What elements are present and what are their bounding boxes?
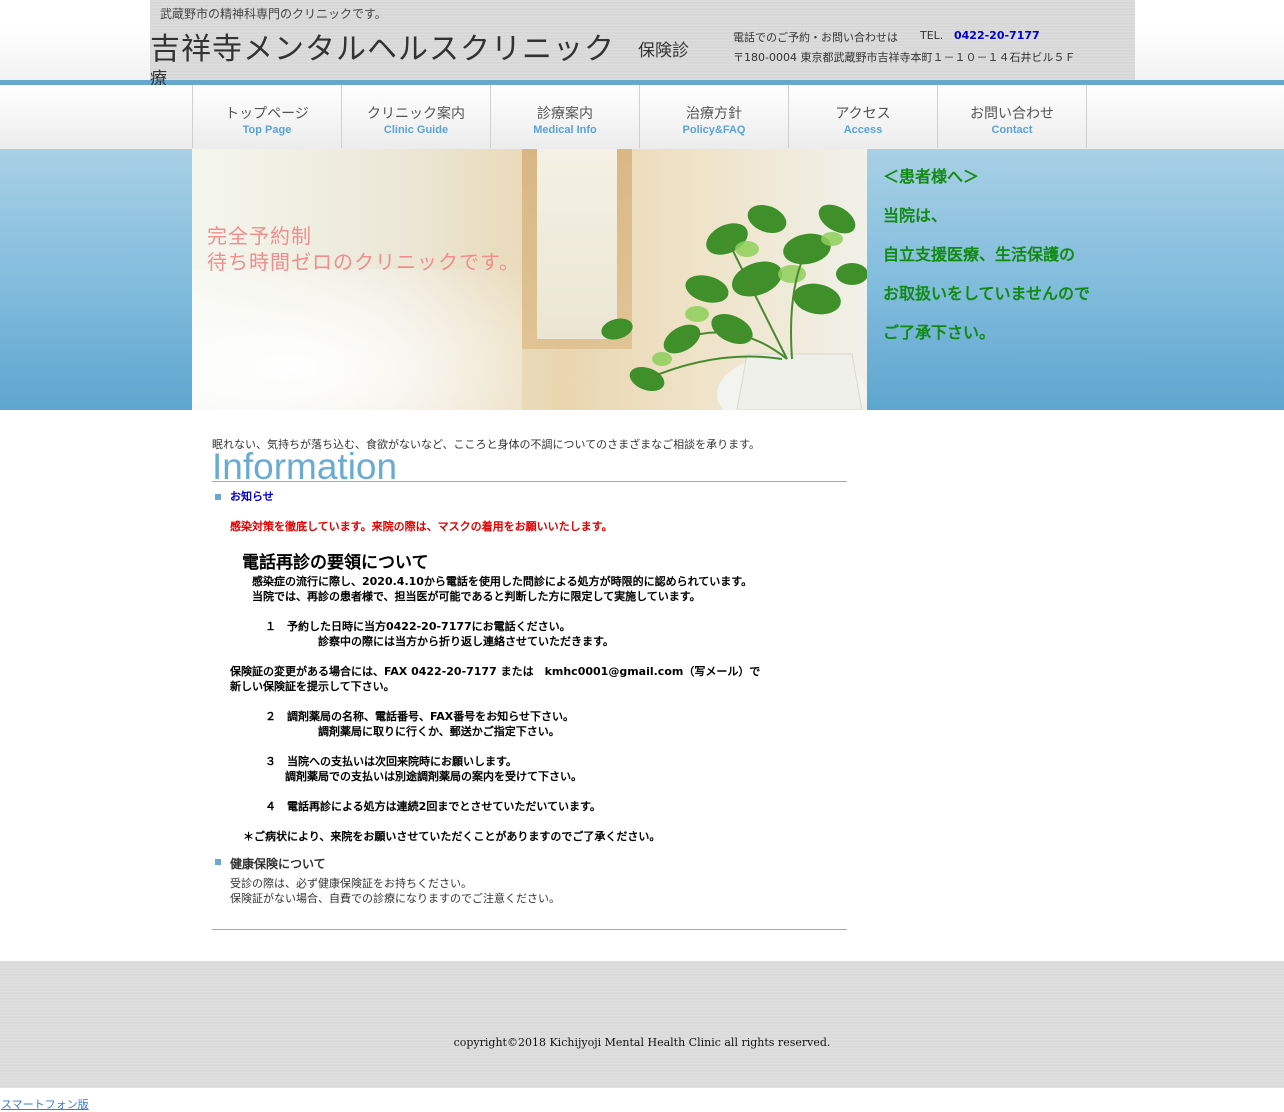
tel-number: 0422-20-7177 xyxy=(954,29,1040,42)
health-insurance-label: 健康保険について xyxy=(230,857,326,871)
nav-label-en: Access xyxy=(843,124,883,136)
footer xyxy=(0,961,1284,1088)
hero-image xyxy=(192,149,867,410)
hero-subheadline: 待ち時間ゼロのクリニックです。 xyxy=(207,250,520,274)
divider xyxy=(212,929,847,930)
step-subitem: 調剤薬局に取りに行くか、郵送かご指定下さい。 xyxy=(318,725,560,738)
contact-text: 電話でのご予約・お問い合わせは xyxy=(733,31,898,44)
nav-label-en: Medical Info xyxy=(533,124,597,136)
nav-label-jp: お問い合わせ xyxy=(970,106,1054,122)
health-insurance-line: 受診の際は、必ず健康保険証をお持ちください。 xyxy=(230,877,472,890)
insurance-label: 保険診 xyxy=(638,41,689,61)
step-item: ３ 当院への支払いは次回来院時にお願いします。 xyxy=(265,755,517,768)
copyright-text: copyright©2018 Kichijyoji Mental Health … xyxy=(453,1036,831,1049)
phone-consult-title: 電話再診の要領について xyxy=(242,553,429,573)
bullet-icon xyxy=(215,859,221,865)
step-subitem: 調剤薬局での支払いは別途調剤薬局の案内を受けて下さい。 xyxy=(285,770,582,783)
step-item: １ 予約した日時に当方0422-20-7177にお電話ください。 xyxy=(265,620,571,633)
bullet-icon xyxy=(215,494,221,500)
plant-illustration xyxy=(601,204,867,410)
nav-label-jp: 診療案内 xyxy=(537,106,593,122)
notice-line: 自立支援医療、生活保護の xyxy=(883,245,1076,264)
nav-label-en: Clinic Guide xyxy=(383,124,449,136)
nav-label-jp: アクセス xyxy=(835,106,891,122)
nav-item-contact[interactable]: お問い合わせ Contact xyxy=(938,85,1087,148)
nav-item-access[interactable]: アクセス Access xyxy=(789,85,938,148)
step-item: ４ 電話再診による処方は連続2回までとさせていただいています。 xyxy=(265,800,601,813)
nav-item-clinic-guide[interactable]: クリニック案内 Clinic Guide xyxy=(342,85,491,148)
notice-line: お取扱いをしていませんので xyxy=(883,284,1091,303)
nav-label-jp: クリニック案内 xyxy=(367,106,465,122)
nav-label-en: Top Page xyxy=(242,124,292,136)
news-label: お知らせ xyxy=(230,490,274,503)
main-nav: トップページ Top Page クリニック案内 Clinic Guide 診療案… xyxy=(192,85,1087,148)
insurance-change-line: 新しい保険証を提示して下さい。 xyxy=(230,680,395,693)
hero-headline: 完全予約制 xyxy=(207,224,312,248)
notice-line: ご了承下さい。 xyxy=(883,323,996,342)
patient-notice: ＜患者様へ＞ 当院は、 自立支援医療、生活保護の お取扱いをしていませんので ご… xyxy=(883,163,1090,358)
divider xyxy=(212,481,847,482)
nav-item-top-page[interactable]: トップページ Top Page xyxy=(193,85,342,148)
nav-label-en: Contact xyxy=(991,124,1033,136)
header-tagline: 武蔵野市の精神科専門のクリニックです。 xyxy=(160,7,387,21)
nav-item-policy-faq[interactable]: 治療方針 Policy&FAQ xyxy=(640,85,789,148)
notice-line: ＜患者様へ＞ xyxy=(883,167,980,186)
tel-label: TEL. xyxy=(920,29,944,42)
phone-consult-line: 感染症の流行に際し、2020.4.10から電話を使用した問診による処方が時限的に… xyxy=(252,575,753,588)
nav-label-en: Policy&FAQ xyxy=(682,124,746,136)
footnote: ＊ご病状により、来院をお願いさせていただくことがありますのでご了承ください。 xyxy=(243,830,661,843)
nav-item-medical-info[interactable]: 診療案内 Medical Info xyxy=(491,85,640,148)
clinic-address: 〒180-0004 東京都武蔵野市吉祥寺本町１－１０－１４石井ビル５Ｆ xyxy=(733,51,1076,64)
nav-label-jp: 治療方針 xyxy=(686,106,742,122)
infection-notice: 感染対策を徹底しています。来院の際は、マスクの着用をお願いいたします。 xyxy=(230,520,613,533)
step-item: ２ 調剤薬局の名称、電話番号、FAX番号をお知らせ下さい。 xyxy=(265,710,575,723)
site-title[interactable]: 吉祥寺メンタルヘルスクリニック xyxy=(150,24,615,68)
step-subitem: 診察中の際には当方から折り返し連絡させていただきます。 xyxy=(318,635,614,648)
nav-label-jp: トップページ xyxy=(225,106,309,122)
notice-line: 当院は、 xyxy=(883,206,948,225)
health-insurance-line: 保険証がない場合、自費での診療になりますのでご注意ください。 xyxy=(230,892,560,905)
hero-light-glow xyxy=(192,269,522,410)
phone-consult-line: 当院では、再診の患者様で、担当医が可能であると判断した方に限定して実施しています… xyxy=(252,590,701,603)
insurance-change-line: 保険証の変更がある場合には、FAX 0422-20-7177 または kmhc0… xyxy=(230,665,761,678)
